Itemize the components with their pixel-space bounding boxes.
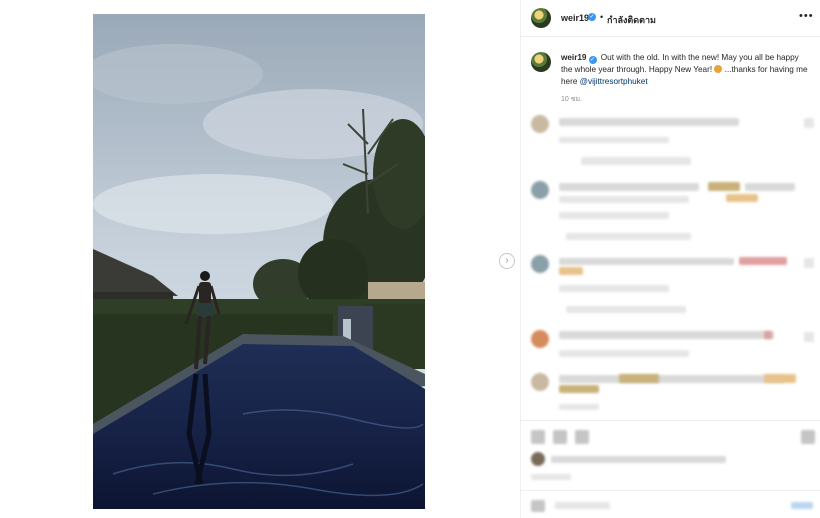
save-icon[interactable] <box>801 430 815 444</box>
comment-emoji <box>619 374 659 383</box>
like-icon[interactable] <box>531 430 545 444</box>
separator-dot: • <box>600 12 604 22</box>
header-username[interactable]: weir19 <box>561 13 589 23</box>
comment-line <box>559 404 599 410</box>
comment-line <box>559 183 699 191</box>
verified-badge-icon: ✓ <box>588 56 597 64</box>
comment-line <box>566 233 691 240</box>
comment-emoji <box>559 267 583 275</box>
comment-like-icon <box>804 118 814 128</box>
post-side-panel: weir19 ✓ • กำลังติดตาม ••• weir19 ✓ Out w… <box>520 0 820 518</box>
comment-line <box>559 331 774 339</box>
comment-emoji <box>726 194 758 202</box>
caption-avatar[interactable] <box>531 52 551 72</box>
next-image-button[interactable]: › <box>499 253 515 269</box>
comment-emoji <box>764 374 796 383</box>
comment-line <box>559 212 669 219</box>
post-comment-button[interactable] <box>791 502 813 509</box>
chevron-right-icon: › <box>505 255 509 266</box>
share-icon[interactable] <box>575 430 589 444</box>
comment-line <box>566 306 686 313</box>
comment-avatar <box>531 373 549 391</box>
post-header: weir19 ✓ • กำลังติดตาม ••• <box>521 0 820 37</box>
comment-emoji <box>764 331 772 339</box>
comment-avatar <box>531 255 549 273</box>
emoji-picker-icon[interactable] <box>531 500 545 512</box>
verified-badge-icon: ✓ <box>588 13 596 21</box>
comment-like-icon <box>804 332 814 342</box>
comment-emoji <box>708 182 740 191</box>
caption-username[interactable]: weir19 <box>561 53 587 62</box>
comment-line <box>559 375 784 383</box>
comment-avatar <box>531 181 549 199</box>
comment-line <box>559 350 689 357</box>
comment-line <box>559 137 669 143</box>
comment-line <box>559 118 739 126</box>
caption-mention-link[interactable]: @vijittresortphuket <box>580 77 648 86</box>
liker-avatar <box>531 452 545 466</box>
comment-box-divider <box>521 490 820 491</box>
likes-summary <box>551 456 726 463</box>
following-button[interactable]: กำลังติดตาม <box>607 13 656 27</box>
comment-like-icon <box>804 258 814 268</box>
comment-avatar <box>531 330 549 348</box>
avatar[interactable] <box>531 8 551 28</box>
comment-emoji <box>739 257 787 265</box>
comment-line <box>559 196 689 203</box>
pool-photo-image <box>93 14 425 509</box>
caption-text: weir19 ✓ Out with the old. In with the ne… <box>561 52 811 88</box>
post-date <box>531 474 571 480</box>
add-comment-input[interactable] <box>555 502 610 509</box>
comment-line <box>559 258 734 265</box>
more-options-icon[interactable]: ••• <box>799 10 814 22</box>
comment-line <box>745 183 795 191</box>
comment-line <box>559 285 669 292</box>
post-photo[interactable] <box>93 14 425 509</box>
heart-eyes-emoji-icon <box>714 65 723 73</box>
action-bar-divider <box>521 420 820 421</box>
comment-icon[interactable] <box>553 430 567 444</box>
comment-line <box>581 157 691 165</box>
comment-emoji <box>559 385 599 393</box>
comment-avatar <box>531 115 549 133</box>
post-timestamp: 10 ชม. <box>561 96 583 103</box>
